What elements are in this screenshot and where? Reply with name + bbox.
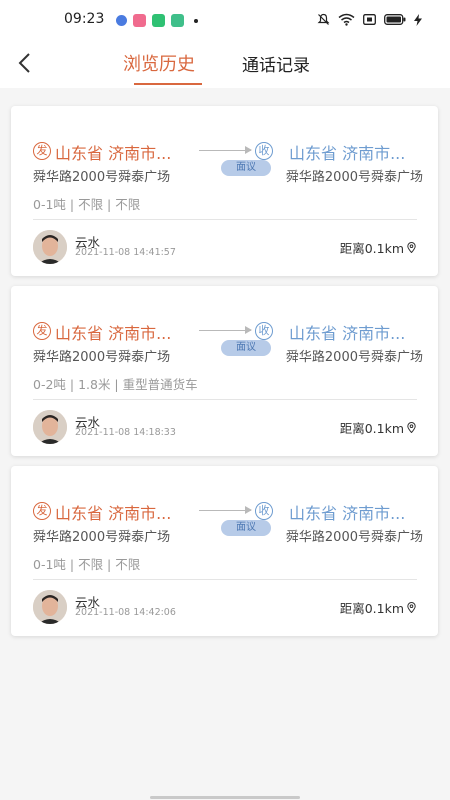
chevron-left-icon bbox=[18, 53, 30, 73]
price-badge: 面议 bbox=[221, 340, 271, 356]
origin-location: 山东省 济南市... bbox=[55, 504, 172, 523]
status-time: 09:23 bbox=[64, 11, 105, 27]
origin-badge-icon: 发 bbox=[33, 142, 51, 160]
distance-text: 距离0.1km bbox=[339, 601, 404, 616]
history-card[interactable]: 发 山东省 济南市... 收 山东省 济南市... 舜华路2000号舜泰广场 面… bbox=[11, 286, 438, 456]
arrow-right-icon bbox=[245, 146, 252, 154]
destination-location: 山东省 济南市... bbox=[289, 324, 406, 343]
price-badge: 面议 bbox=[221, 160, 271, 176]
battery-icon bbox=[384, 14, 406, 25]
timestamp: 2021-11-08 14:18:33 bbox=[75, 427, 176, 438]
origin-address: 舜华路2000号舜泰广场 bbox=[33, 170, 171, 185]
cargo-specs: 0-2吨 | 1.8米 | 重型普通货车 bbox=[33, 377, 198, 392]
home-indicator[interactable] bbox=[150, 796, 300, 799]
location-pin-icon bbox=[407, 602, 416, 613]
address-row: 舜华路2000号舜泰广场 面议 舜华路2000号舜泰广场 bbox=[33, 520, 423, 546]
address-row: 舜华路2000号舜泰广场 面议 舜华路2000号舜泰广场 bbox=[33, 340, 423, 366]
video-app-icon bbox=[133, 14, 146, 27]
origin-badge-icon: 发 bbox=[33, 322, 51, 340]
sim-icon bbox=[363, 14, 376, 25]
destination-address: 舜华路2000号舜泰广场 bbox=[285, 350, 423, 365]
chat-app-icon bbox=[171, 14, 184, 27]
divider bbox=[33, 579, 417, 580]
history-card[interactable]: 发 山东省 济南市... 收 山东省 济南市... 舜华路2000号舜泰广场 面… bbox=[11, 106, 438, 276]
history-card[interactable]: 发 山东省 济南市... 收 山东省 济南市... 舜华路2000号舜泰广场 面… bbox=[11, 466, 438, 636]
origin-location: 山东省 济南市... bbox=[55, 144, 172, 163]
avatar[interactable] bbox=[33, 590, 67, 624]
timestamp: 2021-11-08 14:42:06 bbox=[75, 607, 176, 618]
arrow-right-icon bbox=[245, 326, 252, 334]
tab-browse-history[interactable]: 浏览历史 bbox=[123, 50, 195, 76]
header: 浏览历史 通话记录 bbox=[0, 40, 450, 88]
avatar-image bbox=[33, 230, 67, 264]
status-bar: 09:23 bbox=[0, 0, 450, 40]
mute-icon bbox=[317, 13, 330, 25]
route-row: 发 山东省 济南市... 收 山东省 济南市... bbox=[33, 320, 423, 343]
divider bbox=[33, 399, 417, 400]
distance-text: 距离0.1km bbox=[339, 241, 404, 256]
tab-call-records[interactable]: 通话记录 bbox=[242, 51, 310, 76]
avatar-image bbox=[33, 590, 67, 624]
distance-text: 距离0.1km bbox=[339, 421, 404, 436]
destination-badge-icon: 收 bbox=[255, 502, 273, 520]
destination-badge-icon: 收 bbox=[255, 322, 273, 340]
destination-location: 山东省 济南市... bbox=[289, 144, 406, 163]
notification-icon bbox=[116, 15, 127, 26]
location-pin-icon bbox=[407, 422, 416, 433]
distance: 距离0.1km bbox=[340, 598, 416, 617]
back-button[interactable] bbox=[10, 48, 40, 78]
destination-badge-icon: 收 bbox=[255, 142, 273, 160]
price-badge: 面议 bbox=[221, 520, 271, 536]
location-pin-icon bbox=[407, 242, 416, 253]
origin-address: 舜华路2000号舜泰广场 bbox=[33, 350, 171, 365]
route-arrow-line bbox=[199, 330, 251, 331]
avatar-image bbox=[33, 410, 67, 444]
divider bbox=[33, 219, 417, 220]
charging-icon bbox=[414, 13, 422, 26]
arrow-right-icon bbox=[245, 506, 252, 514]
timestamp: 2021-11-08 14:41:57 bbox=[75, 247, 176, 258]
origin-location: 山东省 济南市... bbox=[55, 324, 172, 343]
cargo-specs: 0-1吨 | 不限 | 不限 bbox=[33, 557, 141, 572]
status-notification-icons bbox=[116, 14, 198, 27]
address-row: 舜华路2000号舜泰广场 面议 舜华路2000号舜泰广场 bbox=[33, 160, 423, 186]
route-row: 发 山东省 济南市... 收 山东省 济南市... bbox=[33, 500, 423, 523]
route-arrow-line bbox=[199, 150, 251, 151]
origin-address: 舜华路2000号舜泰广场 bbox=[33, 530, 171, 545]
destination-address: 舜华路2000号舜泰广场 bbox=[285, 170, 423, 185]
wifi-icon bbox=[338, 13, 355, 26]
distance: 距离0.1km bbox=[340, 418, 416, 437]
active-tab-indicator bbox=[134, 83, 202, 85]
more-notifications-dot bbox=[194, 18, 198, 23]
route-row: 发 山东省 济南市... 收 山东省 济南市... bbox=[33, 140, 423, 163]
cargo-specs: 0-1吨 | 不限 | 不限 bbox=[33, 197, 141, 212]
status-system-icons bbox=[317, 13, 422, 26]
destination-address: 舜华路2000号舜泰广场 bbox=[285, 530, 423, 545]
route-arrow-line bbox=[199, 510, 251, 511]
avatar[interactable] bbox=[33, 230, 67, 264]
app-icon bbox=[152, 14, 165, 27]
destination-location: 山东省 济南市... bbox=[289, 504, 406, 523]
distance: 距离0.1km bbox=[340, 238, 416, 257]
avatar[interactable] bbox=[33, 410, 67, 444]
origin-badge-icon: 发 bbox=[33, 502, 51, 520]
